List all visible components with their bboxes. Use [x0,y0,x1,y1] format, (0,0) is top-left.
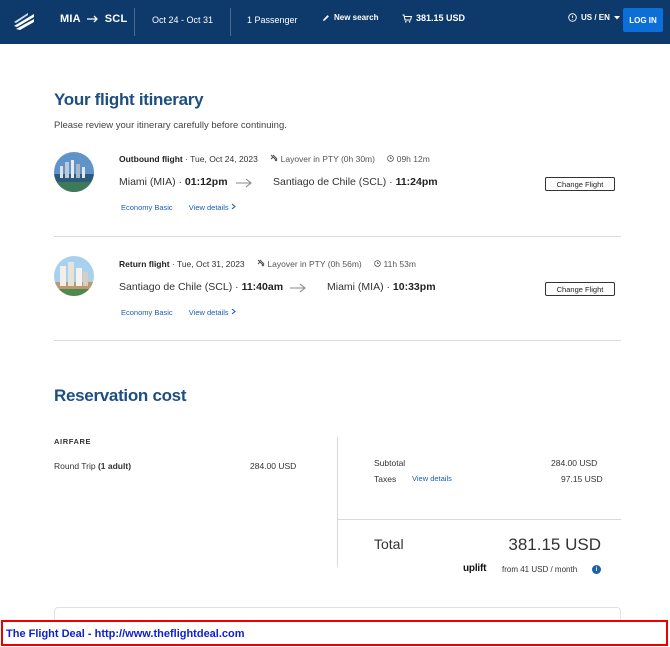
passenger-count[interactable]: 1 Passenger [247,15,298,25]
cart-total: 381.15 USD [416,13,466,23]
outbound-fare-class[interactable]: Economy Basic [121,203,173,212]
return-view-details-link[interactable]: View details [189,308,236,317]
header-divider [230,8,231,36]
outbound-arrive-time: 11:24pm [395,176,438,188]
uplift-logo: uplift [463,563,487,574]
return-date: Tue, Oct 31, 2023 [176,259,245,269]
destination-code: SCL [104,13,128,25]
santiago-city-image [54,256,94,296]
locale-selector[interactable]: US / EN [568,13,620,22]
return-depart-time: 11:40am [241,281,284,293]
cost-column-divider [337,437,338,567]
clock-icon [387,155,395,162]
outbound-layover: Layover in PTY (0h 30m) [280,154,375,164]
return-links: Economy Basic View details [121,308,236,317]
return-flight-card: Return flight · Tue, Oct 31, 2023 Layove… [54,256,621,336]
route-summary[interactable]: MIA SCL [60,13,127,25]
outbound-view-details-link[interactable]: View details [189,203,236,212]
return-type-label: Return flight [119,259,170,269]
chevron-right-icon [231,203,236,210]
outbound-change-flight-button[interactable]: Change Flight [545,177,615,191]
return-layover: Layover in PTY (0h 56m) [267,259,362,269]
route-arrow-icon [290,283,306,293]
return-arrive-time: 10:33pm [392,281,436,293]
subtotal-value: 284.00 USD [551,458,598,468]
plane-icon [257,259,265,267]
total-divider [337,519,621,520]
pencil-icon [323,14,329,21]
uplift-monthly-text: from 41 USD / month [502,565,578,574]
route-arrow-icon [236,178,252,188]
miami-city-image [54,152,94,192]
login-button[interactable]: LOG IN [623,8,663,32]
origin-code: MIA [60,13,81,25]
source-banner: The Flight Deal - http://www.theflightde… [1,620,668,646]
itinerary-subtitle: Please review your itinerary carefully b… [54,120,287,131]
chevron-right-icon [231,308,236,315]
outbound-meta: Outbound flight · Tue, Oct 24, 2023 Layo… [119,154,430,164]
outbound-depart-time: 01:12pm [184,176,228,188]
airfare-heading: AIRFARE [54,437,92,446]
trip-dates[interactable]: Oct 24 - Oct 31 [152,15,213,25]
round-trip-label: Round Trip (1 adult) [54,461,132,471]
chevron-down-icon [613,15,620,19]
globe-icon [568,13,577,22]
return-route: Santiago de Chile (SCL) · 11:40am [119,281,284,293]
arrow-right-icon [86,15,98,23]
outbound-date: Tue, Oct 24, 2023 [190,154,258,164]
return-to: Miami (MIA) [327,281,384,293]
outbound-duration: 09h 12m [396,154,430,164]
new-search-label: New search [334,13,379,22]
clock-icon [374,260,381,267]
banner-link[interactable]: The Flight Deal - http://www.theflightde… [6,628,245,640]
return-duration: 11h 53m [383,259,416,269]
flight-divider [54,236,621,237]
reservation-cost-title: Reservation cost [54,386,187,405]
header-divider [134,8,135,36]
total-label: Total [374,536,404,552]
outbound-to: Santiago de Chile (SCL) [273,176,387,188]
subtotal-label: Subtotal [374,458,406,468]
taxes-label: Taxes [374,474,397,484]
round-trip-price: 284.00 USD [250,461,297,471]
flight-divider [54,340,621,341]
locale-label: US / EN [581,13,610,22]
return-arrival: Miami (MIA) · 10:33pm [327,281,436,293]
return-meta: Return flight · Tue, Oct 31, 2023 Layove… [119,259,416,269]
return-fare-class[interactable]: Economy Basic [121,308,173,317]
outbound-flight-card: Outbound flight · Tue, Oct 24, 2023 Layo… [54,151,621,231]
outbound-links: Economy Basic View details [121,203,236,212]
taxes-view-details-link[interactable]: View details [412,474,452,483]
cart-summary[interactable]: 381.15 USD [402,13,465,23]
info-icon[interactable]: i [592,565,601,574]
airline-logo-icon[interactable] [12,10,36,32]
itinerary-title: Your flight itinerary [54,90,204,109]
outbound-arrival: Santiago de Chile (SCL) · 11:24pm [273,176,438,188]
return-change-flight-button[interactable]: Change Flight [545,282,615,296]
top-navigation-bar: MIA SCL Oct 24 - Oct 31 1 Passenger New … [0,0,670,44]
outbound-from: Miami (MIA) [119,176,176,188]
outbound-route: Miami (MIA) · 01:12pm [119,176,228,188]
taxes-value: 97.15 USD [561,474,603,484]
plane-icon [270,154,278,162]
cart-icon [402,14,412,23]
new-search-button[interactable]: New search [322,13,378,22]
return-from: Santiago de Chile (SCL) [119,281,233,293]
outbound-type-label: Outbound flight [119,154,183,164]
total-value: 381.15 USD [508,535,601,554]
